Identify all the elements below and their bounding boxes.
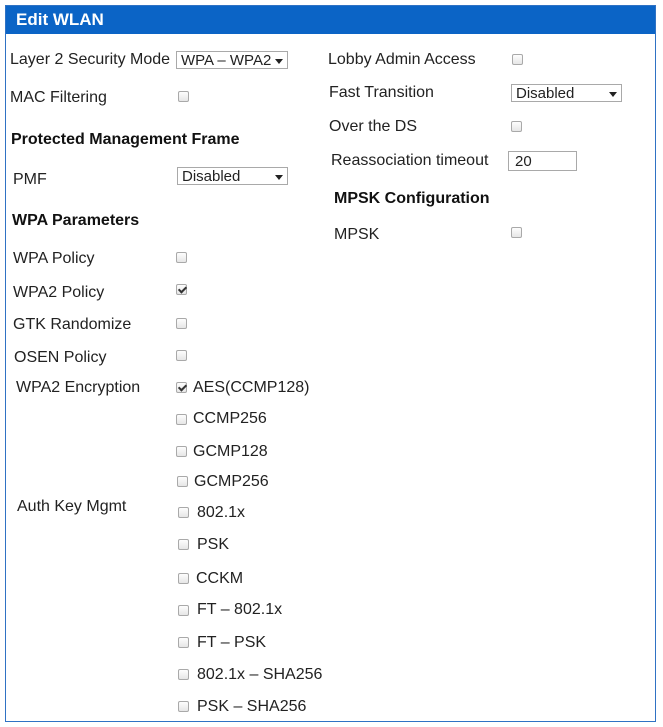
enc-aes-ccmp128-label: AES(CCMP128) — [193, 379, 310, 396]
pmf-select[interactable]: Disabled — [177, 167, 288, 185]
enc-gcmp128-label: GCMP128 — [193, 443, 268, 460]
over-the-ds-label: Over the DS — [329, 118, 418, 135]
osen-policy-label: OSEN Policy — [14, 349, 107, 366]
gtk-randomize-label: GTK Randomize — [13, 316, 132, 333]
enc-ccmp256-label: CCMP256 — [193, 410, 267, 427]
akm-8021x-checkbox[interactable] — [178, 507, 189, 518]
osen-policy-checkbox[interactable] — [176, 350, 187, 361]
mpsk-checkbox[interactable] — [511, 227, 522, 238]
wpa-policy-label: WPA Policy — [13, 250, 95, 267]
wpa-parameters-heading: WPA Parameters — [12, 212, 140, 229]
wpa2-policy-checkbox[interactable] — [176, 284, 187, 295]
mac-filtering-checkbox[interactable] — [178, 91, 189, 102]
akm-psk-sha256-checkbox[interactable] — [178, 701, 189, 712]
enc-ccmp256-checkbox[interactable] — [176, 414, 187, 425]
reassociation-timeout-input[interactable] — [508, 151, 577, 171]
lobby-admin-access-label: Lobby Admin Access — [328, 51, 476, 68]
akm-ft-psk-checkbox[interactable] — [178, 637, 189, 648]
mpsk-label: MPSK — [334, 226, 380, 243]
akm-8021x-label: 802.1x — [197, 504, 246, 521]
enc-gcmp256-checkbox[interactable] — [177, 476, 188, 487]
akm-cckm-label: CCKM — [196, 570, 244, 587]
over-the-ds-checkbox[interactable] — [511, 121, 522, 132]
akm-8021x-sha256-checkbox[interactable] — [178, 669, 189, 680]
wpa2-encryption-label: WPA2 Encryption — [16, 379, 141, 396]
reassociation-timeout-label: Reassociation timeout — [331, 152, 489, 169]
akm-cckm-checkbox[interactable] — [178, 573, 189, 584]
akm-psk-label: PSK — [197, 536, 230, 553]
chevron-down-icon — [609, 92, 617, 97]
enc-gcmp128-checkbox[interactable] — [176, 446, 187, 457]
pmf-label: PMF — [13, 171, 47, 188]
mac-filtering-label: MAC Filtering — [10, 89, 107, 106]
enc-aes-ccmp128-checkbox[interactable] — [176, 382, 187, 393]
enc-gcmp256-label: GCMP256 — [194, 473, 269, 490]
lobby-admin-access-checkbox[interactable] — [512, 54, 523, 65]
fast-transition-label: Fast Transition — [329, 84, 434, 101]
mpsk-configuration-heading: MPSK Configuration — [334, 190, 490, 207]
chevron-down-icon — [275, 59, 283, 64]
layer2-security-mode-label: Layer 2 Security Mode — [10, 51, 171, 68]
fast-transition-value: Disabled — [516, 85, 575, 102]
akm-ft-8021x-label: FT – 802.1x — [197, 601, 283, 618]
akm-ft-psk-label: FT – PSK — [197, 634, 267, 651]
gtk-randomize-checkbox[interactable] — [176, 318, 187, 329]
akm-8021x-sha256-label: 802.1x – SHA256 — [197, 666, 323, 683]
dialog-title: Edit WLAN — [6, 6, 655, 34]
fast-transition-select[interactable]: Disabled — [511, 84, 622, 102]
chevron-down-icon — [275, 175, 283, 180]
layer2-security-mode-select[interactable]: WPA – WPA2 — [176, 51, 288, 69]
akm-psk-checkbox[interactable] — [178, 539, 189, 550]
auth-key-mgmt-label: Auth Key Mgmt — [17, 498, 127, 515]
akm-ft-8021x-checkbox[interactable] — [178, 605, 189, 616]
wpa-policy-checkbox[interactable] — [176, 252, 187, 263]
layer2-security-mode-value: WPA – WPA2 — [181, 52, 272, 69]
pmf-heading: Protected Management Frame — [11, 131, 240, 148]
pmf-value: Disabled — [182, 168, 241, 185]
wpa2-policy-label: WPA2 Policy — [13, 284, 105, 301]
akm-psk-sha256-label: PSK – SHA256 — [197, 698, 307, 715]
